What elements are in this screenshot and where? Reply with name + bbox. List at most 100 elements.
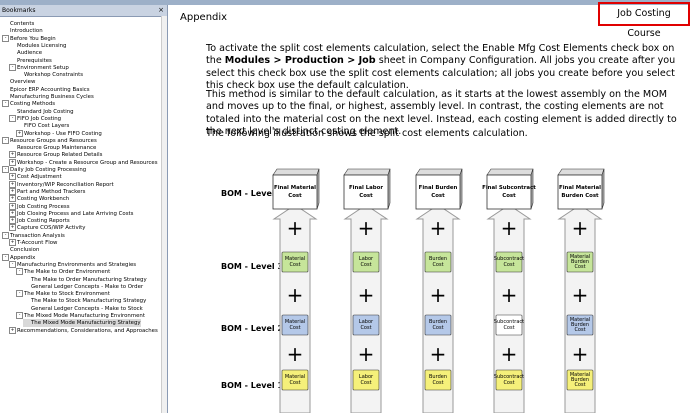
collapse-icon[interactable]: - xyxy=(2,231,9,239)
collapse-icon[interactable]: - xyxy=(2,253,9,261)
collapse-icon[interactable]: - xyxy=(16,290,23,298)
bookmark-label: The Mixed Mode Manufacturing Strategy xyxy=(31,320,141,327)
expand-icon[interactable]: + xyxy=(9,151,16,159)
bookmark-label: Resource Groups and Resources xyxy=(10,137,97,144)
bookmark-label: The Make to Order Environment xyxy=(24,269,111,276)
bookmark-label: Modules Licensing xyxy=(17,42,67,49)
bookmark-label: Recommendations, Considerations, and App… xyxy=(17,327,158,334)
final-cost-box xyxy=(557,174,603,210)
bookmark-label: Inventory/WIP Reconciliation Report xyxy=(17,181,114,188)
expand-icon[interactable]: + xyxy=(16,129,23,137)
collapse-icon[interactable]: - xyxy=(9,63,16,71)
bookmark-label: The Make to Stock Manufacturing Strategy xyxy=(31,298,147,305)
bookmark-label: Job Costing Process xyxy=(17,203,70,210)
modules-path: Modules > Production > Job xyxy=(224,55,376,67)
final-cost-box xyxy=(486,174,532,210)
bookmark-label: Resource Group Maintenance xyxy=(17,145,97,152)
collapse-icon[interactable]: - xyxy=(9,114,16,122)
bookmark-label: General Ledger Concepts - Make to Stock xyxy=(31,305,143,312)
bookmark-label: General Ledger Concepts - Make to Order xyxy=(31,283,144,290)
collapse-icon[interactable]: - xyxy=(2,100,9,108)
bookmark-label: Daily Job Costing Processing xyxy=(10,167,87,173)
plus-sign: + xyxy=(358,283,375,307)
plus-sign: + xyxy=(501,342,518,366)
bookmark-label: Workshop - Use FIFO Costing xyxy=(24,130,102,137)
bookmark-label: The Make to Stock Environment xyxy=(24,291,110,298)
bookmark-label: Part and Method Trackers xyxy=(17,188,86,195)
final-cost-box-top xyxy=(343,168,391,176)
plus-sign: + xyxy=(287,283,304,307)
bookmark-label: FIFO Job Costing xyxy=(17,115,62,122)
paragraph-3: The following illustration shows the spl… xyxy=(206,128,528,139)
bookmark-label: Job Costing Reports xyxy=(17,218,70,225)
collapse-icon[interactable]: - xyxy=(9,260,16,268)
sidebar-scrollbar[interactable] xyxy=(161,16,167,413)
plus-sign: + xyxy=(501,283,518,307)
plus-sign: + xyxy=(501,216,518,240)
expand-icon[interactable]: + xyxy=(9,195,16,203)
bookmark-label: The Make to Order Manufacturing Strategy xyxy=(31,276,147,283)
bookmarks-header: Bookmarks × xyxy=(0,5,167,17)
plus-sign: + xyxy=(572,342,589,366)
bookmark-label: Workshop Constraints xyxy=(24,72,84,79)
expand-icon[interactable]: + xyxy=(9,158,16,166)
bookmark-label: T-Account Flow xyxy=(17,240,58,246)
expand-icon[interactable]: + xyxy=(9,224,16,232)
plus-sign: + xyxy=(430,216,447,240)
section-header: Appendix xyxy=(180,12,228,23)
bookmark-label: Job Closing Process and Late Arriving Co… xyxy=(17,210,134,217)
bookmark-label: Audience xyxy=(17,50,43,57)
bookmarks-panel: Bookmarks × Contents Introduction - Before … xyxy=(0,5,168,413)
bookmark-label: Epicor ERP Accounting Basics xyxy=(10,86,90,93)
plus-sign: + xyxy=(358,216,375,240)
bookmark-label: Before You Begin xyxy=(10,35,56,42)
expand-icon[interactable]: + xyxy=(9,239,16,246)
bookmark-label: Cost Adjustment xyxy=(17,174,62,181)
final-cost-box xyxy=(415,174,461,210)
bookmark-label: Workshop - Create a Resource Group and R… xyxy=(17,159,158,166)
split-cost-diagram: BOM - Level 4 BOM - Level 3 BOM - Level … xyxy=(168,165,690,413)
collapse-icon[interactable]: - xyxy=(2,34,9,42)
bookmark-label: The Mixed Mode Manufacturing Environment xyxy=(24,313,145,319)
bookmark-item[interactable]: + Recommendations, Considerations, and Ap… xyxy=(9,326,158,335)
bookmark-label: Conclusion xyxy=(10,247,40,254)
expand-icon[interactable]: + xyxy=(9,173,16,181)
bookmark-label: Contents xyxy=(10,21,35,27)
bookmark-label: Appendix xyxy=(10,254,36,261)
collapse-icon[interactable]: - xyxy=(16,268,23,276)
collapse-icon[interactable]: - xyxy=(2,136,9,144)
course-title-box: Job Costing Course xyxy=(598,2,690,39)
bookmark-label: FIFO Cost Layers xyxy=(24,123,70,130)
bookmark-label: Resource Group Related Details xyxy=(17,152,103,159)
diagram-svg: Final Material Cost+++Material CostMateria… xyxy=(272,168,605,413)
expand-icon[interactable]: + xyxy=(9,180,16,188)
bookmark-label: Transaction Analysis xyxy=(10,232,65,239)
expand-icon[interactable]: + xyxy=(9,326,16,334)
plus-sign: + xyxy=(430,283,447,307)
bookmark-label: Prerequisites xyxy=(17,57,52,64)
plus-sign: + xyxy=(358,342,375,366)
final-cost-box xyxy=(272,174,318,210)
final-cost-box xyxy=(343,174,389,210)
document-page: Appendix Job Costing Course To activate … xyxy=(168,2,690,413)
final-cost-box-top xyxy=(272,168,320,176)
plus-sign: + xyxy=(572,216,589,240)
bookmark-label: Overview xyxy=(10,79,36,86)
close-icon[interactable]: × xyxy=(158,5,164,16)
expand-icon[interactable]: + xyxy=(9,209,16,217)
collapse-icon[interactable]: - xyxy=(2,166,9,173)
expand-icon[interactable]: + xyxy=(9,187,16,195)
bookmark-label: Environment Setup xyxy=(17,64,69,71)
plus-sign: + xyxy=(287,342,304,366)
bookmark-label: Costing Workbench xyxy=(17,196,70,203)
bookmark-label: Costing Methods xyxy=(10,101,56,108)
expand-icon[interactable]: + xyxy=(9,217,16,225)
bookmark-label: Standard Job Costing xyxy=(17,108,74,115)
collapse-icon[interactable]: - xyxy=(16,312,23,319)
final-cost-box-top xyxy=(486,168,534,176)
expand-icon[interactable]: + xyxy=(9,202,16,210)
bookmark-label: Capture COS/WIP Activity xyxy=(17,225,86,232)
bookmarks-title: Bookmarks xyxy=(2,7,36,14)
final-cost-box-top xyxy=(415,168,463,176)
bookmark-label: Manufacturing Environments and Strategie… xyxy=(17,261,137,268)
